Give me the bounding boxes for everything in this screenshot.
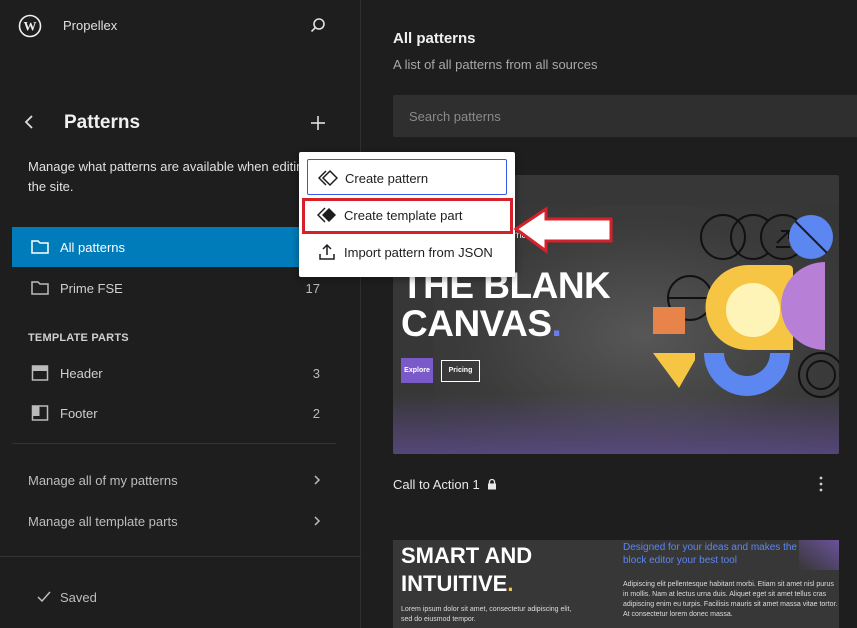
headline-dot: . [551,303,562,344]
main-subtitle: A list of all patterns from all sources [393,57,598,72]
wordpress-logo-icon[interactable]: W [18,14,42,38]
headline-line-1: SMART AND [401,543,533,568]
pattern-card-preview[interactable]: SMART AND INTUITIVE. Lorem ipsum dolor s… [393,540,839,628]
link-label: Manage all template parts [28,514,178,529]
more-options-icon[interactable] [813,475,829,493]
preview-explore-button: Explore [401,358,433,383]
preview-body-left: Lorem ipsum dolor sit amet, consectetur … [401,606,572,623]
menu-item-label: Create pattern [345,171,429,186]
preview-blue-text: Designed for your ideas and makes the bl… [623,542,797,566]
upload-icon [317,243,337,261]
page-title: Patterns [64,112,141,133]
sidebar-description: Manage what patterns are available when … [28,157,300,197]
check-icon [36,590,52,604]
save-status-label: Saved [60,590,97,605]
manage-patterns-link[interactable]: Manage all of my patterns [28,473,328,497]
sidebar-item-label: Footer [60,406,98,421]
preview-headline: SMART AND INTUITIVE. [401,542,532,598]
annotation-highlight-box [302,198,513,234]
sidebar-item-label: All patterns [60,240,126,255]
manage-template-parts-link[interactable]: Manage all template parts [28,514,328,538]
divider [12,443,336,444]
sidebar-item-footer[interactable]: Footer 2 [12,393,336,433]
main-content: All patterns A list of all patterns from… [361,0,857,628]
import-pattern-menu-item[interactable]: Import pattern from JSON [307,234,507,270]
chevron-right-icon [310,514,324,528]
divider [0,556,361,557]
svg-text:W: W [24,19,37,34]
geometric-art-icon [653,214,839,398]
headline-dot: . [507,571,514,596]
sidebar-item-all-patterns[interactable]: All patterns [12,227,336,267]
create-pattern-menu-item[interactable]: Create pattern [307,159,507,195]
chevron-right-icon [310,473,324,487]
pattern-card-title[interactable]: Call to Action 1 [393,477,498,492]
sidebar-item-header[interactable]: Header 3 [12,353,336,393]
lock-icon [486,478,498,490]
pattern-icon [317,169,339,187]
link-label: Manage all of my patterns [28,473,178,488]
annotation-arrow-icon [513,206,613,254]
sidebar-item-count: 17 [305,281,320,296]
preview-pricing-button: Pricing [441,360,480,382]
preview-headline: THE BLANK CANVAS. [401,267,611,344]
description-line-2: the site. [28,179,74,194]
description-line-1: Manage what patterns are available when … [28,159,300,174]
pattern-card-label: Call to Action 1 [393,477,480,492]
sidebar-item-prime-fse[interactable]: Prime FSE 17 [12,268,336,308]
sidebar-item-label: Prime FSE [60,281,123,296]
sidebar-item-label: Header [60,366,103,381]
search-field[interactable] [393,95,857,137]
sidebar-item-count: 2 [312,406,320,421]
search-input[interactable] [393,95,857,137]
add-pattern-button[interactable] [307,112,329,134]
template-parts-heading: TEMPLATE PARTS [28,332,129,344]
sidebar: W Propellex Patterns Manage what pattern… [0,0,361,628]
main-title: All patterns [393,30,476,47]
headline-line-2: INTUITIVE [401,571,508,596]
save-status: Saved [36,590,97,605]
folder-icon [30,237,50,257]
site-name[interactable]: Propellex [63,18,117,33]
header-layout-icon [30,363,50,383]
menu-item-label: Import pattern from JSON [344,245,493,260]
headline-line-2: CANVAS [401,303,552,344]
folder-icon [30,278,50,298]
footer-layout-icon [30,403,50,423]
search-icon[interactable] [308,16,328,36]
sidebar-item-count: 3 [312,366,320,381]
back-chevron-icon[interactable] [20,112,40,132]
preview-body-right: Adipiscing elit pellentesque habitant mo… [623,581,838,618]
